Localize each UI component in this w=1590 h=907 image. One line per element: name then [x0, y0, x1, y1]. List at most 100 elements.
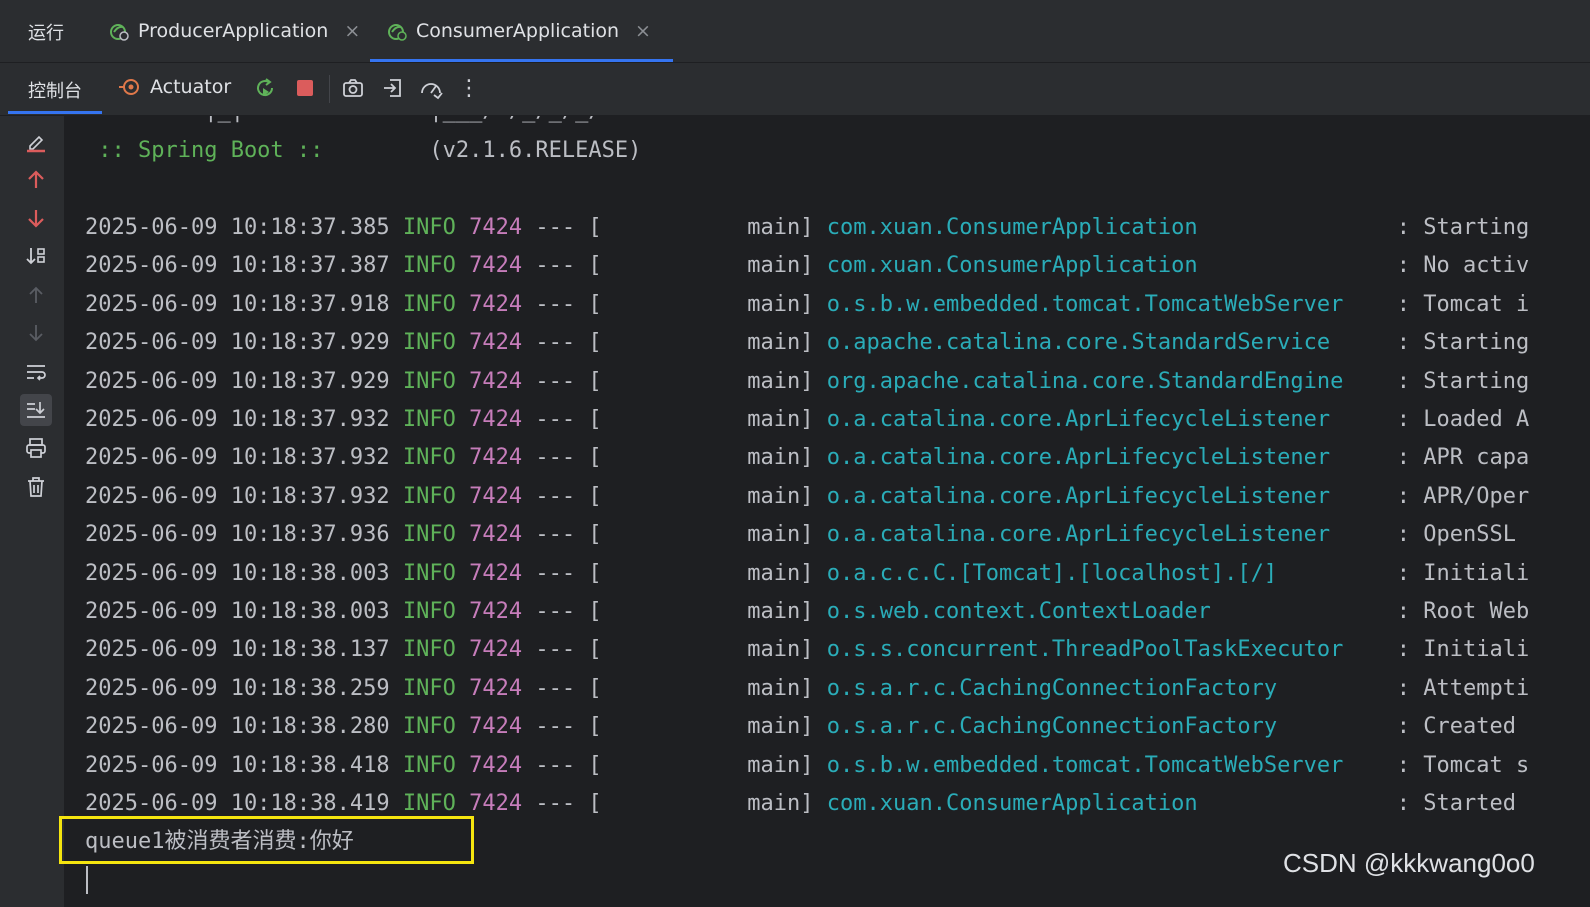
log-separator: --- [ — [535, 637, 602, 663]
log-message: : Initiali — [1396, 560, 1530, 586]
log-separator: --- [ — [535, 215, 602, 240]
actuator-icon — [119, 79, 139, 95]
down-arrow-icon[interactable] — [20, 202, 52, 234]
log-pid: 7424 — [469, 407, 523, 432]
console-output[interactable]: =========|_|==============|___/=/_/_/_/ … — [64, 116, 1590, 907]
consumed-message: queue1被消费者消费:你好 — [85, 829, 354, 854]
log-timestamp: 2025-06-09 10:18:38.259 — [85, 675, 390, 701]
log-thread: main] — [601, 752, 814, 778]
scroll-to-end-icon[interactable] — [20, 394, 52, 426]
log-logger: o.s.b.w.embedded.tomcat.TomcatWebServer — [826, 752, 1344, 778]
log-thread: main] — [601, 330, 814, 356]
stop-icon[interactable] — [292, 75, 318, 101]
prev-occurrence-icon[interactable] — [20, 279, 52, 311]
tab-actuator[interactable]: Actuator — [118, 75, 231, 99]
log-line: 2025-06-09 10:18:38.003 INFO 7424 --- [ … — [85, 593, 1529, 631]
log-timestamp: 2025-06-09 10:18:37.936 — [85, 522, 390, 548]
log-pid: 7424 — [469, 637, 523, 663]
log-level: INFO — [402, 752, 456, 778]
log-timestamp: 2025-06-09 10:18:37.932 — [85, 483, 390, 509]
log-line: 2025-06-09 10:18:38.418 INFO 7424 --- [ … — [85, 747, 1529, 785]
trash-icon[interactable] — [20, 471, 52, 503]
log-thread: main] — [601, 599, 814, 624]
exit-icon[interactable] — [380, 75, 406, 101]
tab-producer-application[interactable]: ProducerApplication × — [108, 0, 360, 62]
log-separator: --- [ — [535, 253, 602, 279]
tab-console[interactable]: 控制台 — [28, 77, 82, 103]
log-pid: 7424 — [469, 522, 523, 548]
log-line: 2025-06-09 10:18:38.280 INFO 7424 --- [ … — [85, 708, 1516, 746]
log-separator: --- [ — [535, 714, 602, 740]
log-timestamp: 2025-06-09 10:18:37.932 — [85, 407, 390, 432]
watermark: CSDN @kkkwang0o0 — [1283, 848, 1535, 878]
spring-run-icon — [110, 24, 129, 41]
clear-icon[interactable] — [20, 126, 52, 158]
log-thread: main] — [601, 483, 814, 509]
log-pid: 7424 — [469, 445, 523, 471]
log-thread: main] — [601, 714, 814, 740]
log-logger: o.s.a.r.c.CachingConnectionFactory — [826, 675, 1278, 701]
close-icon[interactable]: × — [344, 20, 360, 42]
log-line: 2025-06-09 10:18:37.932 INFO 7424 --- [ … — [85, 439, 1529, 477]
log-pid: 7424 — [469, 291, 523, 317]
screenshot-icon[interactable] — [340, 75, 366, 101]
log-level: INFO — [402, 215, 456, 240]
soft-wrap-icon[interactable] — [20, 356, 52, 388]
log-message: : Attempti — [1396, 675, 1530, 701]
log-timestamp: 2025-06-09 10:18:38.137 — [85, 637, 390, 663]
log-line: 2025-06-09 10:18:38.003 INFO 7424 --- [ … — [85, 555, 1529, 593]
log-separator: --- [ — [535, 675, 602, 701]
run-panel-title: 运行 — [28, 23, 64, 44]
log-separator: --- [ — [535, 291, 602, 317]
log-timestamp: 2025-06-09 10:18:38.003 — [85, 560, 390, 586]
tab-consumer-application[interactable]: ConsumerApplication × — [370, 0, 673, 62]
tab-label: ConsumerApplication — [416, 20, 620, 42]
spring-banner-art: =========|_|==============|___/=/_/_/_/ — [85, 116, 602, 130]
log-timestamp: 2025-06-09 10:18:37.385 — [85, 215, 390, 240]
log-thread: main] — [601, 407, 814, 432]
log-thread: main] — [601, 291, 814, 317]
log-level: INFO — [402, 791, 456, 816]
close-icon[interactable]: × — [635, 20, 651, 42]
log-line: 2025-06-09 10:18:37.932 INFO 7424 --- [ … — [85, 401, 1529, 439]
log-level: INFO — [402, 330, 456, 356]
log-level: INFO — [402, 407, 456, 432]
log-separator: --- [ — [535, 791, 602, 816]
log-level: INFO — [402, 253, 456, 279]
log-separator: --- [ — [535, 445, 602, 471]
log-pid: 7424 — [469, 791, 523, 816]
log-line: 2025-06-09 10:18:37.385 INFO 7424 --- [ … — [85, 209, 1529, 247]
log-logger: com.xuan.ConsumerApplication — [826, 791, 1198, 816]
spring-boot-version: (v2.1.6.RELEASE) — [429, 138, 642, 163]
more-options-icon[interactable]: ⋮ — [456, 75, 482, 101]
log-message: : Root Web — [1396, 599, 1530, 624]
log-line: 2025-06-09 10:18:37.929 INFO 7424 --- [ … — [85, 324, 1529, 362]
sort-icon[interactable] — [20, 240, 52, 272]
dump-icon[interactable] — [418, 75, 444, 101]
next-occurrence-icon[interactable] — [20, 317, 52, 349]
log-thread: main] — [601, 445, 814, 471]
up-arrow-icon[interactable] — [20, 164, 52, 196]
log-logger: o.s.web.context.ContextLoader — [826, 599, 1211, 624]
text-caret — [86, 866, 88, 894]
log-line: 2025-06-09 10:18:38.259 INFO 7424 --- [ … — [85, 670, 1529, 708]
actuator-label: Actuator — [150, 76, 232, 98]
log-level: INFO — [402, 637, 456, 663]
log-separator: --- [ — [535, 407, 602, 432]
log-logger: o.a.c.c.C.[Tomcat].[localhost].[/] — [826, 560, 1278, 586]
log-level: INFO — [402, 368, 456, 394]
log-pid: 7424 — [469, 483, 523, 509]
log-separator: --- [ — [535, 368, 602, 394]
log-thread: main] — [601, 253, 814, 279]
log-message: : Starting — [1396, 368, 1530, 394]
log-level: INFO — [402, 445, 456, 471]
log-message: : No activ — [1396, 253, 1530, 279]
log-timestamp: 2025-06-09 10:18:38.418 — [85, 752, 390, 778]
spring-boot-version-line: :: Spring Boot :: (v2.1.6.RELEASE) — [85, 132, 641, 170]
log-line: 2025-06-09 10:18:38.137 INFO 7424 --- [ … — [85, 631, 1529, 669]
rerun-icon[interactable] — [252, 75, 278, 101]
log-separator: --- [ — [535, 483, 602, 509]
log-timestamp: 2025-06-09 10:18:38.419 — [85, 791, 390, 816]
run-tool-window-header: 运行 ProducerApplication × ConsumerApplica… — [0, 0, 1590, 63]
print-icon[interactable] — [20, 432, 52, 464]
